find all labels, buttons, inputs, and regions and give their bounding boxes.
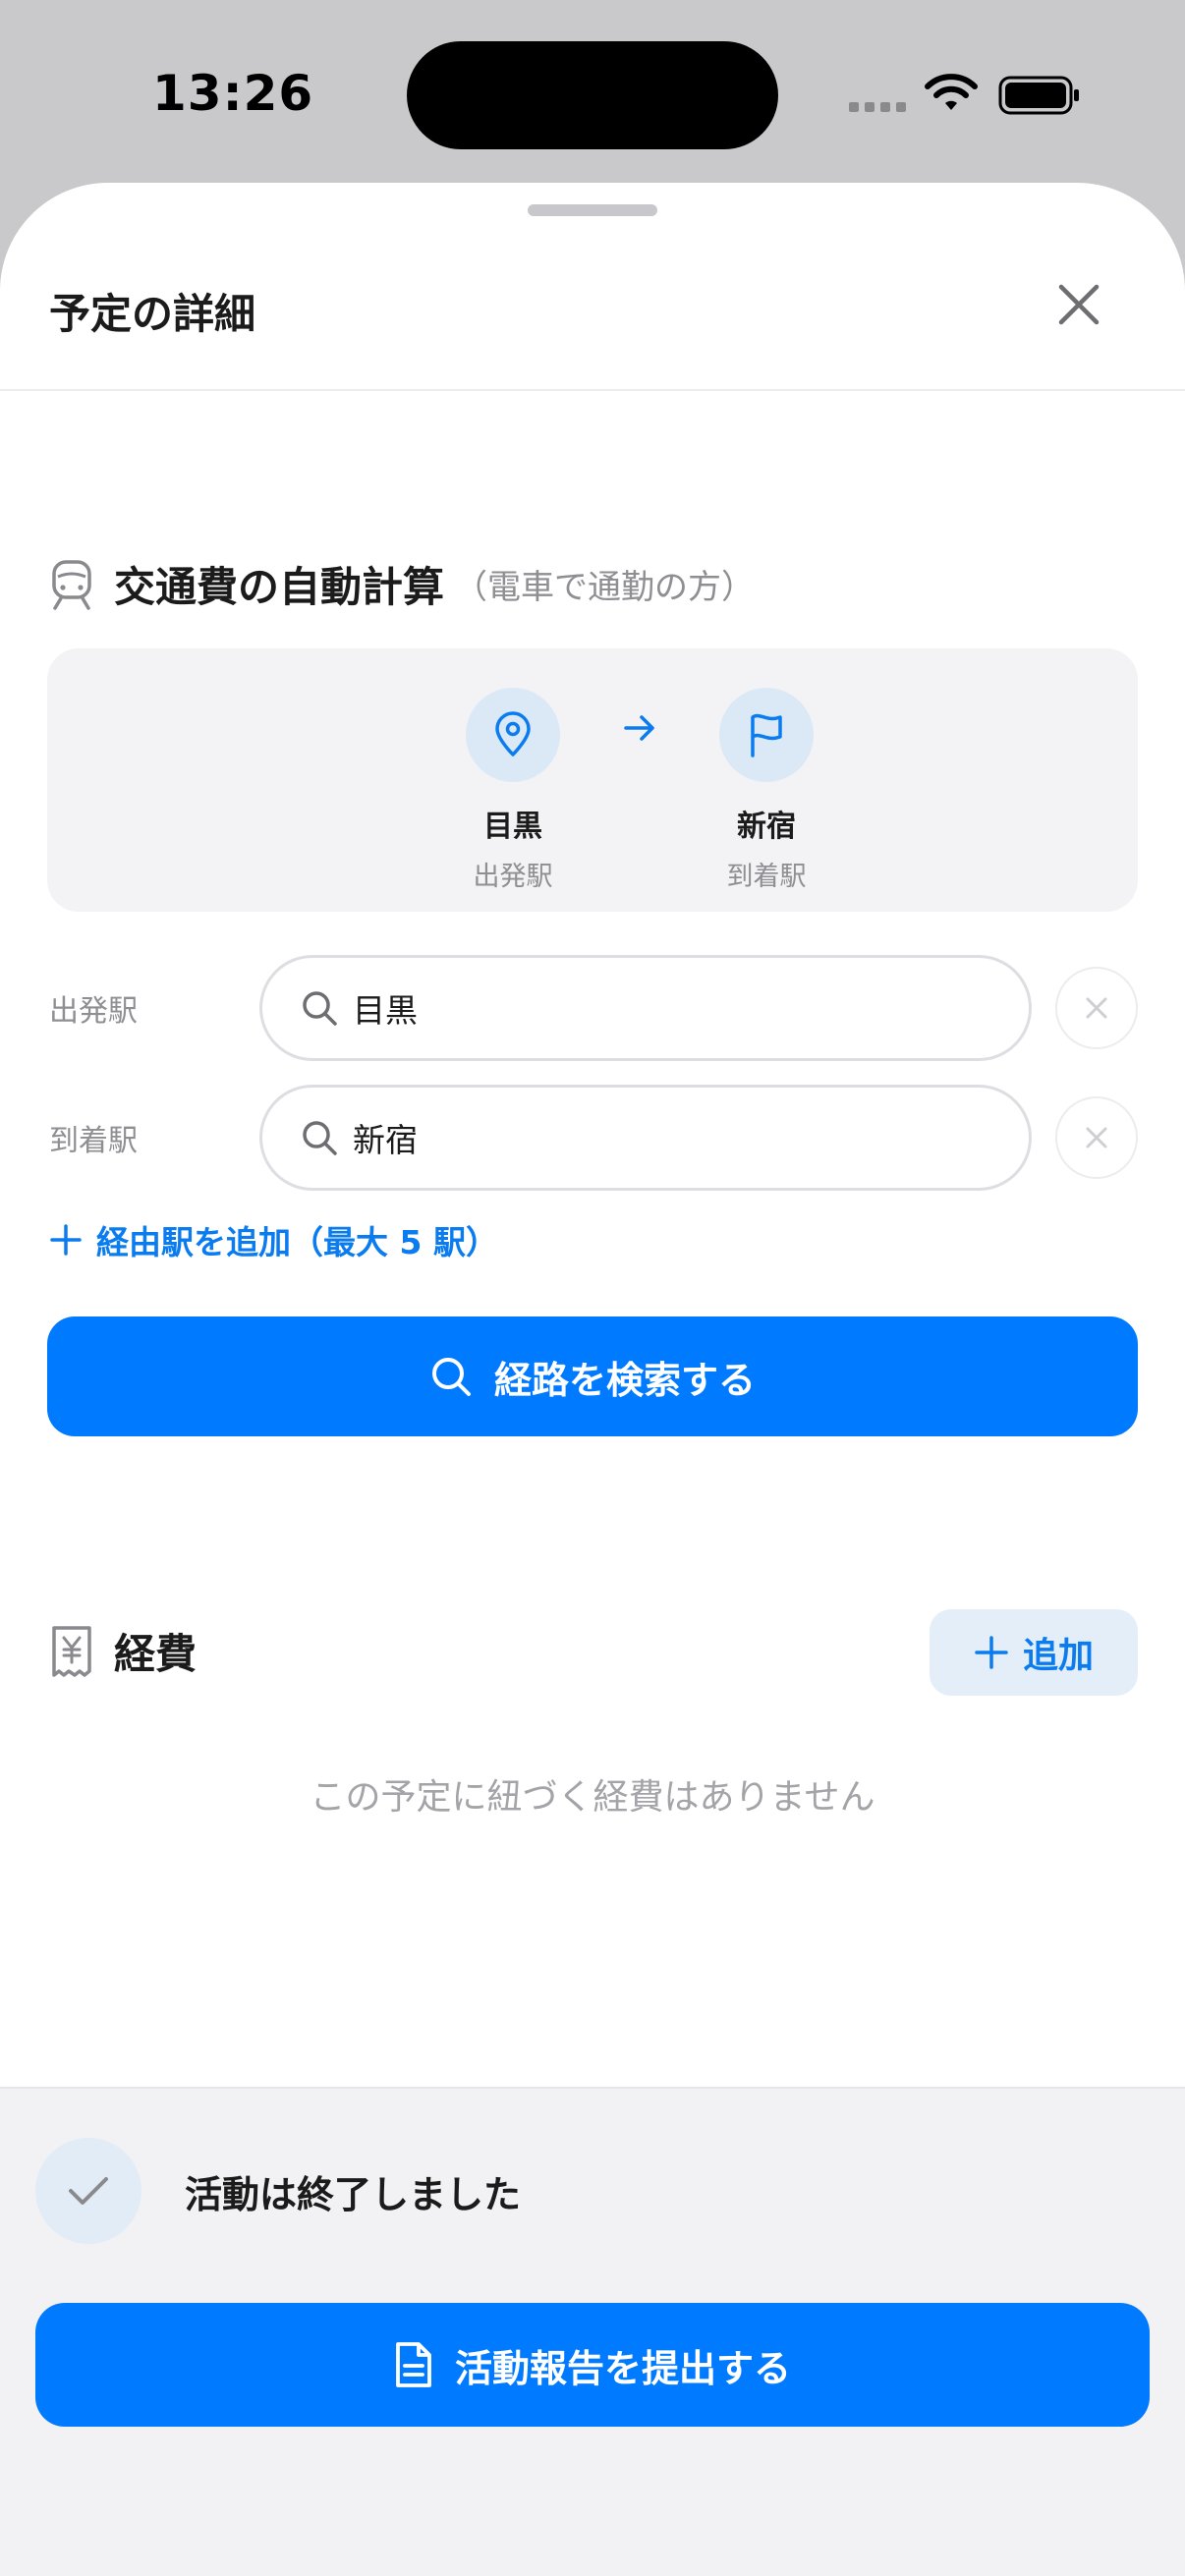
expenses-section-header: 経費	[49, 1621, 197, 1681]
add-via-station-label: 経由駅を追加（最大 5 駅）	[96, 1223, 498, 1261]
submit-report-label: 活動報告を提出する	[454, 2346, 791, 2390]
plus-icon	[975, 1636, 1008, 1669]
departure-field[interactable]	[259, 955, 1032, 1061]
expenses-empty-message: この予定に紐づく経費はありません	[310, 1777, 875, 1818]
detail-sheet: 予定の詳細 交通費の自動計算 （電車で通勤の方） 目黒 出発駅 新宿 到着駅 出…	[0, 183, 1185, 2576]
flag-icon	[719, 688, 814, 782]
cellular-signal-icon	[849, 102, 906, 112]
transport-subtitle: （電車で通勤の方）	[454, 568, 756, 607]
receipt-yen-icon	[52, 1625, 91, 1677]
activity-status-text: 活動は終了しました	[185, 2172, 522, 2216]
arrival-label: 到着駅	[49, 1124, 138, 1158]
departure-label: 出発駅	[49, 994, 138, 1029]
departure-input[interactable]	[353, 988, 942, 1028]
status-time: 13:26	[152, 65, 314, 122]
close-icon	[1086, 997, 1107, 1019]
document-icon	[396, 2342, 431, 2387]
arrival-field[interactable]	[259, 1085, 1032, 1191]
screen: 13:26 予定の詳細 交通費の自動計算 （電車で通勤の方） 目黒 出発駅 新宿…	[0, 0, 1185, 2576]
location-pin-icon	[466, 688, 560, 782]
search-icon	[303, 1121, 337, 1155]
sheet-grabber[interactable]	[528, 204, 657, 216]
status-bar: 13:26	[0, 0, 1185, 187]
clear-arrival-button[interactable]	[1055, 1096, 1138, 1179]
route-arrival: 新宿 到着駅	[668, 688, 865, 893]
search-icon	[431, 1358, 471, 1396]
arrow-right-icon	[624, 715, 654, 741]
arrival-station-name: 新宿	[737, 810, 796, 844]
train-icon	[52, 559, 91, 610]
close-icon	[1086, 1127, 1107, 1148]
transport-section-header: 交通費の自動計算 （電車で通勤の方）	[49, 554, 755, 614]
activity-footer: 活動は終了しました 活動報告を提出する	[0, 2087, 1185, 2576]
route-summary-card: 目黒 出発駅 新宿 到着駅	[47, 648, 1138, 912]
header-divider	[0, 389, 1185, 391]
arrival-input[interactable]	[353, 1118, 942, 1157]
search-icon	[303, 991, 337, 1026]
search-route-button[interactable]: 経路を検索する	[47, 1316, 1138, 1436]
battery-icon	[998, 76, 1079, 115]
clear-departure-button[interactable]	[1055, 967, 1138, 1049]
departure-station-name: 目黒	[483, 810, 542, 844]
departure-station-role: 出発駅	[473, 862, 553, 892]
arrival-station-role: 到着駅	[726, 862, 807, 892]
page-title: 予定の詳細	[49, 290, 256, 338]
checkmark-icon	[35, 2138, 141, 2244]
add-expense-button[interactable]: 追加	[930, 1609, 1138, 1696]
add-expense-label: 追加	[1022, 1636, 1094, 1676]
wifi-icon	[925, 74, 978, 110]
close-button[interactable]	[1051, 277, 1106, 332]
plus-icon	[50, 1224, 82, 1256]
transport-title: 交通費の自動計算	[114, 563, 445, 611]
expenses-title: 経費	[114, 1630, 198, 1678]
route-departure: 目黒 出発駅	[415, 688, 611, 893]
search-route-label: 経路を検索する	[493, 1358, 756, 1402]
dynamic-island	[407, 41, 778, 149]
add-via-station-link[interactable]: 経由駅を追加（最大 5 駅）	[49, 1216, 498, 1263]
submit-report-button[interactable]: 活動報告を提出する	[35, 2303, 1150, 2427]
activity-status: 活動は終了しました	[35, 2138, 521, 2244]
